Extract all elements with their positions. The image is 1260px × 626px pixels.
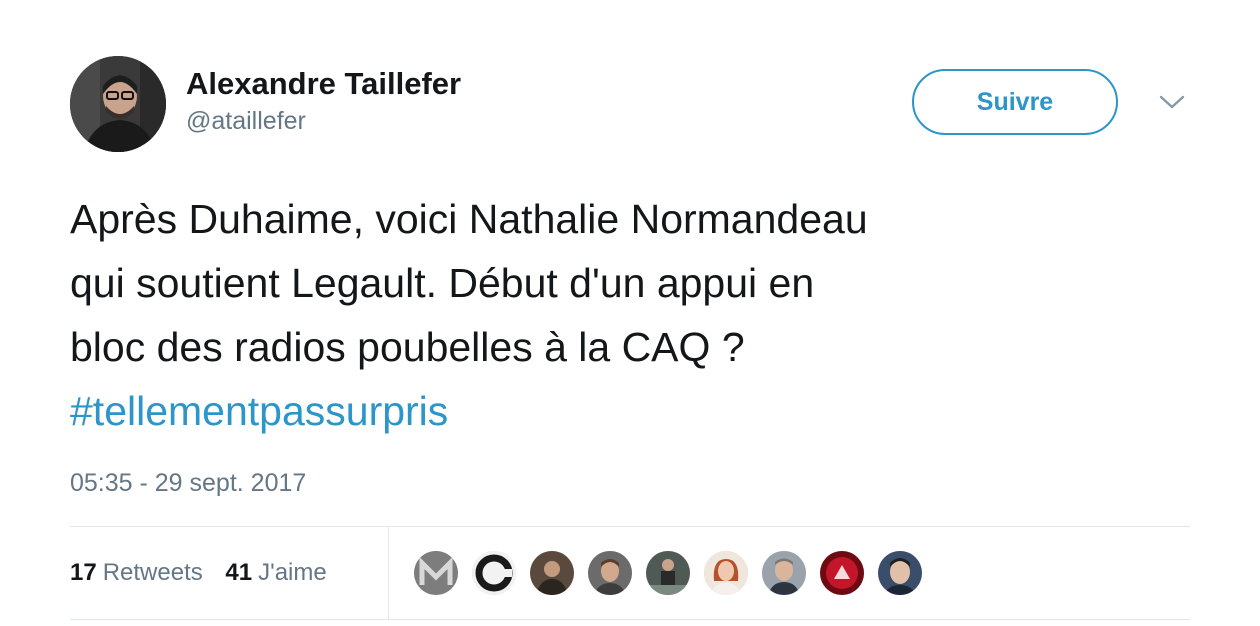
liker-avatar-3-icon — [530, 551, 574, 595]
liker-avatar-7-icon — [762, 551, 806, 595]
author-info: Alexandre Taillefer @ataillefer — [186, 66, 461, 136]
liker-avatar-6-icon — [704, 551, 748, 595]
hashtag-link[interactable]: #tellementpassurpris — [70, 379, 1180, 443]
liker-avatar[interactable] — [876, 549, 924, 597]
liker-avatar[interactable] — [528, 549, 576, 597]
stats-separator — [388, 527, 389, 619]
liker-avatar[interactable] — [586, 549, 634, 597]
liker-avatar-8-icon — [820, 551, 864, 595]
author-display-name[interactable]: Alexandre Taillefer — [186, 66, 461, 102]
tweet-timestamp[interactable]: 05:35 - 29 sept. 2017 — [70, 467, 306, 499]
liker-avatar-5-icon — [646, 551, 690, 595]
likes-label: J'aime — [258, 559, 327, 586]
divider — [70, 526, 1190, 527]
likers-avatars — [412, 549, 934, 599]
likes-count: 41 — [225, 559, 253, 586]
divider — [70, 619, 1190, 620]
tweet-text: Après Duhaime, voici Nathalie Normandeau… — [70, 187, 1180, 443]
follow-button[interactable]: Suivre — [912, 69, 1118, 135]
tweet-header: Alexandre Taillefer @ataillefer Suivre — [70, 56, 1190, 152]
liker-avatar-1-icon — [414, 551, 458, 595]
retweets-stat[interactable]: 17 Retweets — [70, 556, 203, 590]
tweet-stats: 17 Retweets 41 J'aime — [70, 556, 343, 590]
author-handle[interactable]: @ataillefer — [186, 106, 461, 136]
retweets-count: 17 — [70, 559, 97, 586]
tweet-card: Alexandre Taillefer @ataillefer Suivre A… — [70, 0, 1190, 626]
liker-avatar[interactable] — [760, 549, 808, 597]
liker-avatar[interactable] — [412, 549, 460, 597]
liker-avatar-2-icon — [472, 551, 516, 595]
liker-avatar-4-icon — [588, 551, 632, 595]
liker-avatar-9-icon — [878, 551, 922, 595]
tweet-text-line-3: bloc des radios poubelles à la CAQ ? — [70, 324, 745, 370]
tweet-text-line-2: qui soutient Legault. Début d'un appui e… — [70, 260, 815, 306]
tweet-text-line-1: Après Duhaime, voici Nathalie Normandeau — [70, 196, 868, 242]
liker-avatar[interactable] — [644, 549, 692, 597]
retweets-label: Retweets — [102, 559, 203, 586]
liker-avatar[interactable] — [818, 549, 866, 597]
liker-avatar[interactable] — [470, 549, 518, 597]
person-avatar-icon — [70, 56, 166, 152]
likes-stat[interactable]: 41 J'aime — [225, 556, 326, 590]
chevron-down-icon[interactable] — [1156, 90, 1188, 114]
author-avatar[interactable] — [70, 56, 166, 152]
liker-avatar[interactable] — [702, 549, 750, 597]
